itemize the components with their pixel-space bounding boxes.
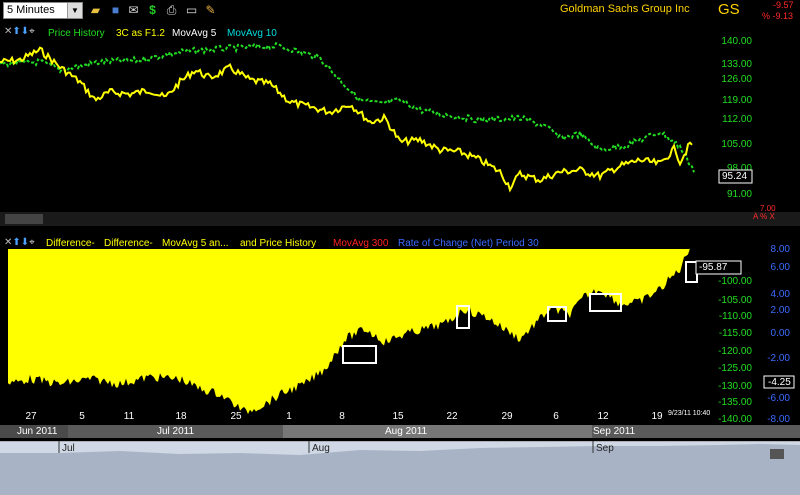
indicator-left-tick: -100.00 <box>718 276 752 287</box>
legend-movavg-an[interactable]: MovAvg 5 an... <box>162 238 229 249</box>
x-axis-tick: 29 <box>501 411 513 422</box>
email-icon[interactable]: ✉ <box>126 3 141 18</box>
dollar-icon[interactable]: $ <box>145 3 160 18</box>
x-axis-tick: 11 <box>124 411 135 422</box>
save-icon[interactable]: ■ <box>108 3 123 18</box>
change-value: -9.57 <box>773 0 794 10</box>
indicator-chart: -100.00 -105.00 -110.00 -115.00 -120.00 -125.… <box>8 244 795 425</box>
current-value-label: -95.87 <box>699 262 728 273</box>
legend-movavg10[interactable]: MovAvg 10 <box>227 28 277 39</box>
legend-and-price[interactable]: and Price History <box>240 238 316 249</box>
price-y-tick: 91.00 <box>727 189 752 200</box>
company-name: Goldman Sachs Group Inc <box>560 3 690 15</box>
price-y-tick: 112.00 <box>722 114 752 125</box>
ticker-symbol: GS <box>718 1 740 18</box>
roc-value-label: -4.25 <box>768 377 791 388</box>
annotation-box[interactable] <box>685 261 698 283</box>
indicator-left-tick: -130.00 <box>718 381 752 392</box>
interval-value: 5 Minutes <box>7 4 55 16</box>
display-icon[interactable]: ▭ <box>184 3 199 18</box>
nav-month-sep: Sep <box>596 443 614 454</box>
toolbar: 5 Minutes ▼ ▰ ■ ✉ $ ⎙ ▭ ✎ Goldman Sachs … <box>0 0 800 22</box>
month-bar: Jun 2011 Jul 2011 Aug 2011 Sep 2011 <box>0 425 800 438</box>
legend-difference-1[interactable]: Difference- <box>46 238 95 249</box>
price-y-tick: 126.00 <box>721 74 752 85</box>
time-navigator[interactable]: Jul Aug Sep <box>0 441 800 495</box>
folder-icon[interactable]: ▰ <box>88 3 103 18</box>
price-y-tick: 140.00 <box>721 36 752 47</box>
indicator-right-tick: -2.00 <box>767 353 790 364</box>
scale-controls[interactable]: A % X <box>753 212 775 221</box>
indicator-right-tick: 6.00 <box>771 262 791 273</box>
chevron-down-icon[interactable]: ▼ <box>67 3 82 18</box>
price-y-tick: 105.00 <box>721 139 752 150</box>
indicator-right-tick: 8.00 <box>771 244 791 255</box>
price-line <box>0 46 693 193</box>
price-y-tick: 119.00 <box>722 95 752 106</box>
x-axis-tick: 18 <box>175 411 187 422</box>
price-panel[interactable]: 140.00 133.00 126.00 119.00 112.00 105.00 98.0… <box>0 22 800 234</box>
indicator-right-tick: 2.00 <box>771 305 791 316</box>
month-jul: Jul 2011 <box>157 426 195 437</box>
nav-month-aug: Aug <box>312 443 330 454</box>
annotation-box[interactable] <box>342 345 377 364</box>
month-aug: Aug 2011 <box>385 426 428 437</box>
panel-divider[interactable] <box>0 212 800 226</box>
x-axis-tick: 6 <box>553 411 559 422</box>
legend-movavg5[interactable]: MovAvg 5 <box>172 28 216 39</box>
timestamp: 9/23/11 10:40 <box>668 410 711 417</box>
indicator-right-tick: 0.00 <box>771 328 791 339</box>
x-axis-tick: 5 <box>79 411 85 422</box>
x-axis-tick: 27 <box>25 411 37 422</box>
legend-3c[interactable]: 3C as F1.2 <box>116 28 165 39</box>
price-chart: 140.00133.00126.00119.00112.00105.0098.0… <box>0 36 800 234</box>
x-axis-tick: 12 <box>597 411 609 422</box>
x-axis-tick: 19 <box>651 411 663 422</box>
indicator-left-tick: -115.00 <box>719 328 753 339</box>
indicator-left-tick: -135.00 <box>718 397 752 408</box>
change-percent: % -9.13 <box>762 11 794 21</box>
difference-area <box>8 248 690 415</box>
month-sep: Sep 2011 <box>593 426 636 437</box>
indicator-panel-controls[interactable]: ✕⬆⬇⌖ <box>4 237 35 248</box>
panel-resize-handle[interactable] <box>5 214 43 224</box>
x-axis-tick: 1 <box>286 411 292 422</box>
nav-month-jul: Jul <box>62 443 75 454</box>
x-axis-tick: 8 <box>339 411 345 422</box>
indicator-left-tick: -125.00 <box>718 363 752 374</box>
indicator-left-tick: -120.00 <box>718 346 752 357</box>
legend-roc[interactable]: Rate of Change (Net) Period 30 <box>398 238 539 249</box>
indicator-left-tick: -110.00 <box>719 311 753 322</box>
price-y-tick: 133.00 <box>721 59 752 70</box>
nav-scroll-handle[interactable] <box>770 449 784 459</box>
x-axis-tick: 22 <box>446 411 458 422</box>
indicator-right-tick: -6.00 <box>767 393 790 404</box>
price-panel-controls[interactable]: ✕⬆⬇⌖ <box>4 26 35 37</box>
x-axis-tick: 25 <box>230 411 242 422</box>
month-jun: Jun 2011 <box>17 426 58 437</box>
indicator-right-tick: 4.00 <box>771 289 791 300</box>
indicator-panel[interactable]: -100.00 -105.00 -110.00 -115.00 -120.00 -125.… <box>0 234 800 434</box>
indicator-left-tick: -105.00 <box>718 295 752 306</box>
legend-price-history[interactable]: Price History <box>48 28 105 39</box>
last-price-label: 95.24 <box>722 171 748 182</box>
legend-difference-2[interactable]: Difference- <box>104 238 153 249</box>
pencil-icon[interactable]: ✎ <box>203 3 218 18</box>
interval-select[interactable]: 5 Minutes ▼ <box>3 2 83 19</box>
legend-movavg300[interactable]: MovAvg 300 <box>333 238 388 249</box>
x-axis-tick: 15 <box>392 411 404 422</box>
print-icon[interactable]: ⎙ <box>164 3 179 18</box>
